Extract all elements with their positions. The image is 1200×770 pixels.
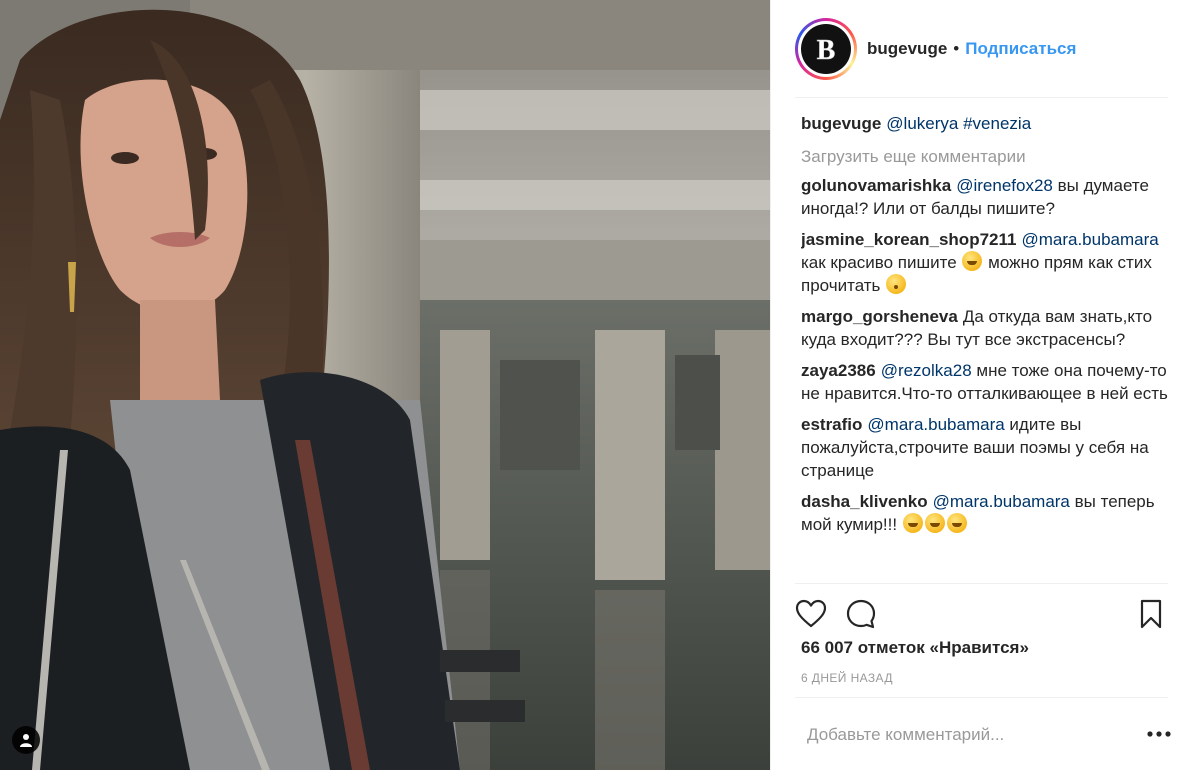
- comment-username[interactable]: estrafio: [801, 415, 862, 434]
- comment-item: golunovamarishka @irenefox28 вы думаете и…: [801, 174, 1171, 220]
- post-timestamp[interactable]: 6 ДНЕЙ НАЗАД: [801, 671, 893, 685]
- post-header: B bugevuge • Подписаться: [795, 14, 1171, 84]
- user-tag-icon[interactable]: [12, 726, 40, 754]
- comment-mention[interactable]: @irenefox28: [956, 176, 1053, 195]
- comment-icon[interactable]: [845, 598, 877, 630]
- header-username[interactable]: bugevuge: [867, 39, 947, 59]
- caption-hashtag[interactable]: #venezia: [963, 114, 1031, 133]
- post-side-panel: B bugevuge • Подписаться bugevuge @lukery…: [770, 0, 1200, 770]
- instagram-post: B bugevuge • Подписаться bugevuge @lukery…: [0, 0, 1200, 770]
- comment-username[interactable]: zaya2386: [801, 361, 876, 380]
- divider: [795, 697, 1168, 698]
- comment-item: estrafio @mara.bubamara идите вы пожалуйс…: [801, 413, 1171, 482]
- avatar-logo-icon: B: [816, 35, 836, 67]
- more-options-icon[interactable]: [1144, 724, 1174, 744]
- kissing-emoji-icon: [886, 274, 907, 294]
- comment-item: jasmine_korean_shop7211 @mara.bubamara ка…: [801, 228, 1171, 297]
- comment-username[interactable]: margo_gorsheneva: [801, 307, 958, 326]
- comment-mention[interactable]: @mara.bubamara: [933, 492, 1070, 511]
- comment-username[interactable]: dasha_klivenko: [801, 492, 928, 511]
- post-photo[interactable]: [0, 0, 770, 770]
- comments-list[interactable]: bugevuge @lukerya #venezia Загрузить еще …: [801, 112, 1171, 582]
- svg-text:B: B: [817, 35, 836, 66]
- comment-mention[interactable]: @mara.bubamara: [1021, 230, 1158, 249]
- load-more-comments-button[interactable]: Загрузить еще комментарии: [801, 145, 1171, 168]
- comment-mention[interactable]: @mara.bubamara: [867, 415, 1004, 434]
- avatar[interactable]: B: [801, 24, 851, 74]
- comment-item: margo_gorsheneva Да откуда вам знать,кто …: [801, 305, 1171, 351]
- tears-of-joy-emoji-icon: [924, 513, 945, 533]
- bookmark-icon[interactable]: [1135, 598, 1167, 630]
- comment-username[interactable]: jasmine_korean_shop7211: [801, 230, 1016, 249]
- comment-item: zaya2386 @rezolka28 мне тоже она почему-т…: [801, 359, 1171, 405]
- photo-illustration: [0, 0, 770, 770]
- heart-icon[interactable]: [795, 598, 827, 630]
- grinning-emoji-icon: [962, 251, 983, 271]
- comment-username[interactable]: golunovamarishka: [801, 176, 951, 195]
- caption-mention[interactable]: @lukerya: [886, 114, 958, 133]
- tears-of-joy-emoji-icon: [902, 513, 923, 533]
- caption-username[interactable]: bugevuge: [801, 114, 881, 133]
- avatar-story-ring[interactable]: B: [795, 18, 857, 80]
- caption: bugevuge @lukerya #venezia: [801, 112, 1171, 135]
- tears-of-joy-emoji-icon: [946, 513, 967, 533]
- comment-item: dasha_klivenko @mara.bubamara вы теперь м…: [801, 490, 1171, 536]
- header-separator: •: [953, 39, 960, 58]
- likes-count[interactable]: 66 007 отметок «Нравится»: [801, 638, 1029, 658]
- comment-text: как красиво пишите: [801, 253, 957, 272]
- divider: [795, 97, 1168, 98]
- comment-mention[interactable]: @rezolka28: [881, 361, 972, 380]
- follow-button[interactable]: Подписаться: [965, 39, 1076, 59]
- post-actions-bar: [795, 583, 1168, 644]
- add-comment-input[interactable]: [805, 720, 1109, 750]
